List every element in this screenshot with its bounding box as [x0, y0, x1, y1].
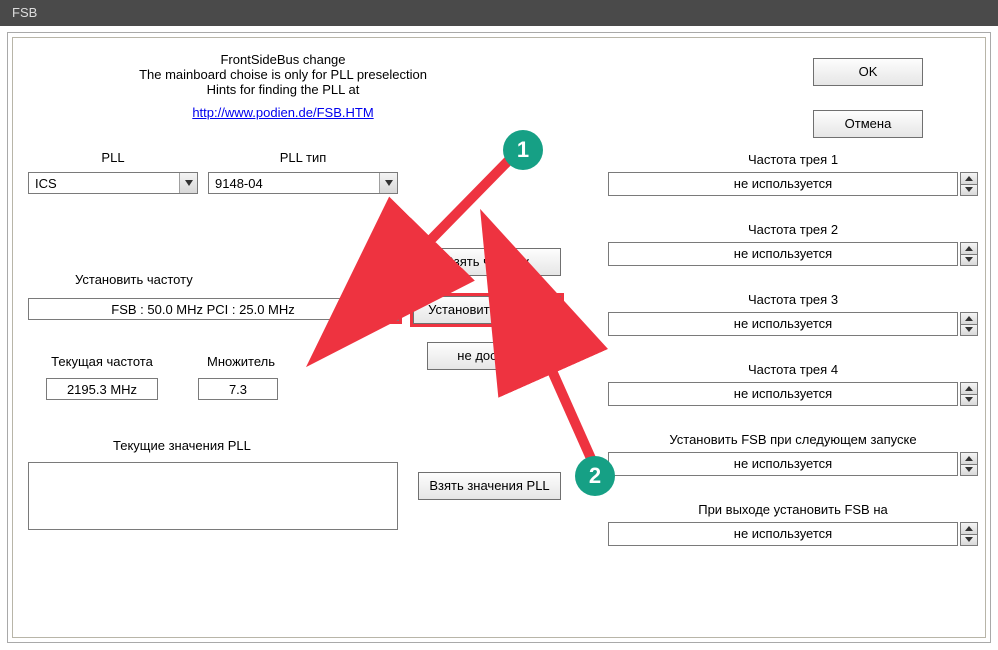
exit-fsb-spin-up[interactable] — [960, 522, 978, 535]
boot-fsb-spinner[interactable] — [960, 452, 978, 476]
multiplier-value: 7.3 — [198, 378, 278, 400]
pll-combobox[interactable]: ICS — [28, 172, 198, 194]
current-pll-label: Текущие значения PLL — [113, 438, 251, 453]
chevron-down-icon — [965, 187, 973, 192]
take-frequency-button[interactable]: Взять частоту — [413, 248, 561, 276]
chevron-down-icon — [965, 397, 973, 402]
pll-type-combobox[interactable]: 9148-04 — [208, 172, 398, 194]
tray4-label: Частота трея 4 — [608, 362, 978, 377]
tray1-spin-up[interactable] — [960, 172, 978, 185]
header-link[interactable]: http://www.podien.de/FSB.HTM — [192, 105, 373, 120]
tray2-value[interactable]: не используется — [608, 242, 958, 266]
tray2-spin-down[interactable] — [960, 255, 978, 267]
chevron-down-icon — [185, 180, 193, 186]
chevron-down-icon — [385, 180, 393, 186]
header-line1: FrontSideBus change — [103, 52, 463, 67]
tray4-row: не используется — [608, 382, 978, 406]
tray1-spin-down[interactable] — [960, 185, 978, 197]
main-panel: FrontSideBus change The mainboard choise… — [12, 37, 986, 638]
exit-fsb-spinner[interactable] — [960, 522, 978, 546]
multiplier-label: Множитель — [191, 354, 291, 369]
fsb-frequency-display: FSB : 50.0 MHz PCI : 25.0 MHz — [28, 298, 378, 320]
tray3-spin-up[interactable] — [960, 312, 978, 325]
chevron-down-icon — [965, 327, 973, 332]
current-pll-box — [28, 462, 398, 530]
fsb-spin-down[interactable] — [381, 310, 399, 322]
pll-value: ICS — [29, 173, 179, 193]
chevron-down-icon — [386, 312, 394, 317]
boot-fsb-label: Установить FSB при следующем запуске — [608, 432, 978, 447]
chevron-up-icon — [386, 301, 394, 306]
pll-type-dropdown-button[interactable] — [379, 173, 397, 193]
tray4-spin-down[interactable] — [960, 395, 978, 407]
tray4-spinner[interactable] — [960, 382, 978, 406]
tray2-spinner[interactable] — [960, 242, 978, 266]
tray4-spin-up[interactable] — [960, 382, 978, 395]
cancel-button[interactable]: Отмена — [813, 110, 923, 138]
header-line2: The mainboard choise is only for PLL pre… — [103, 67, 463, 82]
chevron-down-icon — [965, 537, 973, 542]
window-titlebar: FSB — [0, 0, 998, 26]
chevron-up-icon — [965, 246, 973, 251]
tray1-row: не используется — [608, 172, 978, 196]
chevron-down-icon — [965, 257, 973, 262]
exit-fsb-label: При выходе установить FSB на — [608, 502, 978, 517]
boot-fsb-row: не используется — [608, 452, 978, 476]
outer-frame: FrontSideBus change The mainboard choise… — [7, 32, 991, 643]
current-frequency-label: Текущая частота — [37, 354, 167, 369]
pll-type-label: PLL тип — [208, 150, 398, 165]
chevron-up-icon — [965, 316, 973, 321]
tray3-row: не используется — [608, 312, 978, 336]
tray3-value[interactable]: не используется — [608, 312, 958, 336]
annotation-callout-1: 1 — [503, 130, 543, 170]
tray1-spinner[interactable] — [960, 172, 978, 196]
tray3-spin-down[interactable] — [960, 325, 978, 337]
boot-fsb-spin-down[interactable] — [960, 465, 978, 477]
chevron-up-icon — [965, 526, 973, 531]
tray3-label: Частота трея 3 — [608, 292, 978, 307]
tray3-spinner[interactable] — [960, 312, 978, 336]
pll-label: PLL — [28, 150, 198, 165]
boot-fsb-value[interactable]: не используется — [608, 452, 958, 476]
set-frequency-label: Установить частоту — [75, 272, 193, 287]
boot-fsb-spin-up[interactable] — [960, 452, 978, 465]
chevron-up-icon — [965, 176, 973, 181]
chevron-up-icon — [965, 456, 973, 461]
pll-dropdown-button[interactable] — [179, 173, 197, 193]
current-frequency-value: 2195.3 MHz — [46, 378, 158, 400]
ok-button[interactable]: OK — [813, 58, 923, 86]
take-pll-button[interactable]: Взять значения PLL — [418, 472, 561, 500]
set-frequency-button[interactable]: Установить частоту — [413, 296, 561, 324]
chevron-down-icon — [965, 467, 973, 472]
exit-fsb-spin-down[interactable] — [960, 535, 978, 547]
tray1-label: Частота трея 1 — [608, 152, 978, 167]
not-available-button[interactable]: не доступно — [427, 342, 561, 370]
tray2-row: не используется — [608, 242, 978, 266]
exit-fsb-value[interactable]: не используется — [608, 522, 958, 546]
fsb-spinner[interactable] — [381, 297, 399, 321]
header-line3: Hints for finding the PLL at — [103, 82, 463, 97]
pll-type-value: 9148-04 — [209, 173, 379, 193]
tray2-label: Частота трея 2 — [608, 222, 978, 237]
chevron-up-icon — [965, 386, 973, 391]
tray4-value[interactable]: не используется — [608, 382, 958, 406]
window-title: FSB — [12, 5, 37, 20]
header-block: FrontSideBus change The mainboard choise… — [103, 52, 463, 120]
exit-fsb-row: не используется — [608, 522, 978, 546]
tray1-value[interactable]: не используется — [608, 172, 958, 196]
annotation-callout-2: 2 — [575, 456, 615, 496]
tray2-spin-up[interactable] — [960, 242, 978, 255]
fsb-spin-up[interactable] — [381, 297, 399, 310]
